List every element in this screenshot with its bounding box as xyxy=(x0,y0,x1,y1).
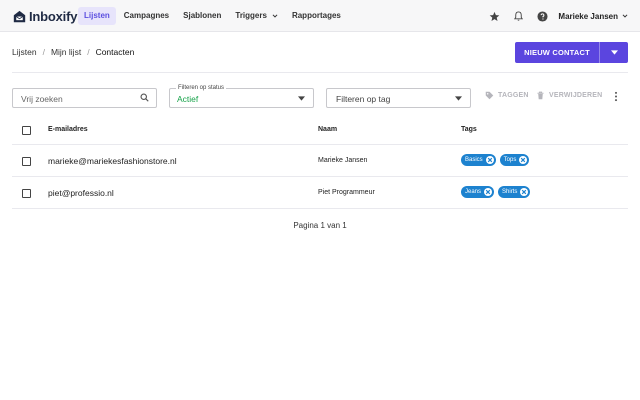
status-filter-label: Filteren op status xyxy=(176,84,227,92)
chevron-down-icon[interactable] xyxy=(622,13,628,19)
home-mail-icon xyxy=(13,10,26,22)
row-checkbox[interactable] xyxy=(22,157,31,166)
status-filter-value: Actief xyxy=(177,94,199,104)
nav-item-label: Sjablonen xyxy=(183,11,222,20)
tag-chip-label: Shirts xyxy=(502,189,518,195)
main-nav: Lijsten Campagnes Sjablonen Triggers Rap… xyxy=(78,7,349,25)
tag-chip-label: Jeans xyxy=(465,189,482,195)
nav-item-label: Triggers xyxy=(235,11,267,20)
caret-down-icon xyxy=(610,50,618,55)
status-filter-select[interactable]: Filteren op status Actief xyxy=(169,84,314,108)
remove-tag-icon[interactable] xyxy=(519,156,528,164)
delete-action-label: VERWIJDEREN xyxy=(549,92,603,99)
brand-name: Inboxify xyxy=(29,8,78,24)
contact-name: Marieke Jansen xyxy=(318,157,368,164)
breadcrumb-separator: / xyxy=(87,47,90,57)
tag-chip: Basics xyxy=(461,154,496,166)
tag-filter-placeholder: Filteren op tag xyxy=(336,94,391,104)
user-menu[interactable]: Marieke Jansen xyxy=(558,12,618,21)
column-header-tags: Tags xyxy=(461,126,477,133)
breadcrumb-separator: / xyxy=(42,47,45,57)
row-checkbox[interactable] xyxy=(22,189,31,198)
breadcrumb-current: Contacten xyxy=(95,47,135,57)
tag-chip-label: Basics xyxy=(465,157,483,163)
table-row[interactable]: marieke@mariekesfashionstore.nl Marieke … xyxy=(12,145,628,177)
tag-chip: Jeans xyxy=(461,186,495,198)
tag-chip: Tops xyxy=(499,154,530,166)
star-icon[interactable] xyxy=(489,11,500,22)
search-input[interactable] xyxy=(13,90,133,108)
select-all-checkbox[interactable] xyxy=(22,126,31,135)
brand-logo[interactable]: Inboxify xyxy=(13,7,77,25)
breadcrumb-item-mijn-lijst[interactable]: Mijn lijst xyxy=(51,47,81,57)
tag-filter-select[interactable]: Filteren op tag xyxy=(326,88,471,108)
nav-item-label: Lijsten xyxy=(84,11,110,20)
top-navigation-bar: Inboxify Lijsten Campagnes Sjablonen Tri… xyxy=(0,0,640,32)
nav-item-label: Rapportages xyxy=(291,11,341,20)
divider xyxy=(12,72,628,73)
new-contact-dropdown-toggle[interactable] xyxy=(600,50,628,55)
contact-tags: Jeans Shirts xyxy=(461,186,534,198)
new-contact-button-label: NIEUW CONTACT xyxy=(524,48,590,57)
contact-name: Piet Programmeur xyxy=(318,189,375,196)
column-header-name[interactable]: Naam xyxy=(318,126,337,133)
tag-chip: Shirts xyxy=(498,186,531,198)
tag-action-label: TAGGEN xyxy=(498,92,529,99)
caret-down-icon xyxy=(455,96,462,101)
nav-item-label: Campagnes xyxy=(123,11,170,20)
top-right-controls: Marieke Jansen xyxy=(476,8,628,24)
breadcrumb: Lijsten / Mijn lijst / Contacten xyxy=(12,47,134,57)
bell-icon[interactable] xyxy=(513,10,524,22)
tag-icon xyxy=(485,91,494,100)
new-contact-button[interactable]: NIEUW CONTACT xyxy=(515,42,628,63)
search-field[interactable] xyxy=(12,88,157,108)
contact-email: piet@professio.nl xyxy=(48,188,114,198)
breadcrumb-item-lijsten[interactable]: Lijsten xyxy=(12,47,37,57)
contacts-table: E-mailadres Naam Tags marieke@mariekesfa… xyxy=(12,119,628,209)
remove-tag-icon[interactable] xyxy=(485,156,494,164)
table-header-row: E-mailadres Naam Tags xyxy=(12,119,628,145)
remove-tag-icon[interactable] xyxy=(484,188,493,196)
help-icon[interactable] xyxy=(537,10,548,22)
delete-action-button[interactable]: VERWIJDEREN xyxy=(536,91,602,100)
more-options-icon[interactable] xyxy=(612,91,620,102)
column-header-email[interactable]: E-mailadres xyxy=(48,126,88,133)
pagination-info: Pagina 1 van 1 xyxy=(293,221,347,230)
nav-item-rapportages[interactable]: Rapportages xyxy=(286,7,347,25)
nav-item-triggers[interactable]: Triggers xyxy=(229,7,284,25)
contact-tags: Basics Tops xyxy=(461,154,533,166)
nav-item-lijsten[interactable]: Lijsten xyxy=(78,7,116,25)
remove-tag-icon[interactable] xyxy=(520,188,529,196)
trash-icon xyxy=(537,91,544,100)
contact-email: marieke@mariekesfashionstore.nl xyxy=(48,156,177,166)
chevron-down-icon xyxy=(272,14,278,18)
nav-item-campagnes[interactable]: Campagnes xyxy=(118,7,175,25)
nav-item-sjablonen[interactable]: Sjablonen xyxy=(177,7,227,25)
caret-down-icon xyxy=(298,96,305,101)
search-icon[interactable] xyxy=(140,93,149,102)
tag-chip-label: Tops xyxy=(503,157,517,163)
tag-action-button[interactable]: TAGGEN xyxy=(485,91,529,100)
table-row[interactable]: piet@professio.nl Piet Programmeur Jeans… xyxy=(12,177,628,209)
